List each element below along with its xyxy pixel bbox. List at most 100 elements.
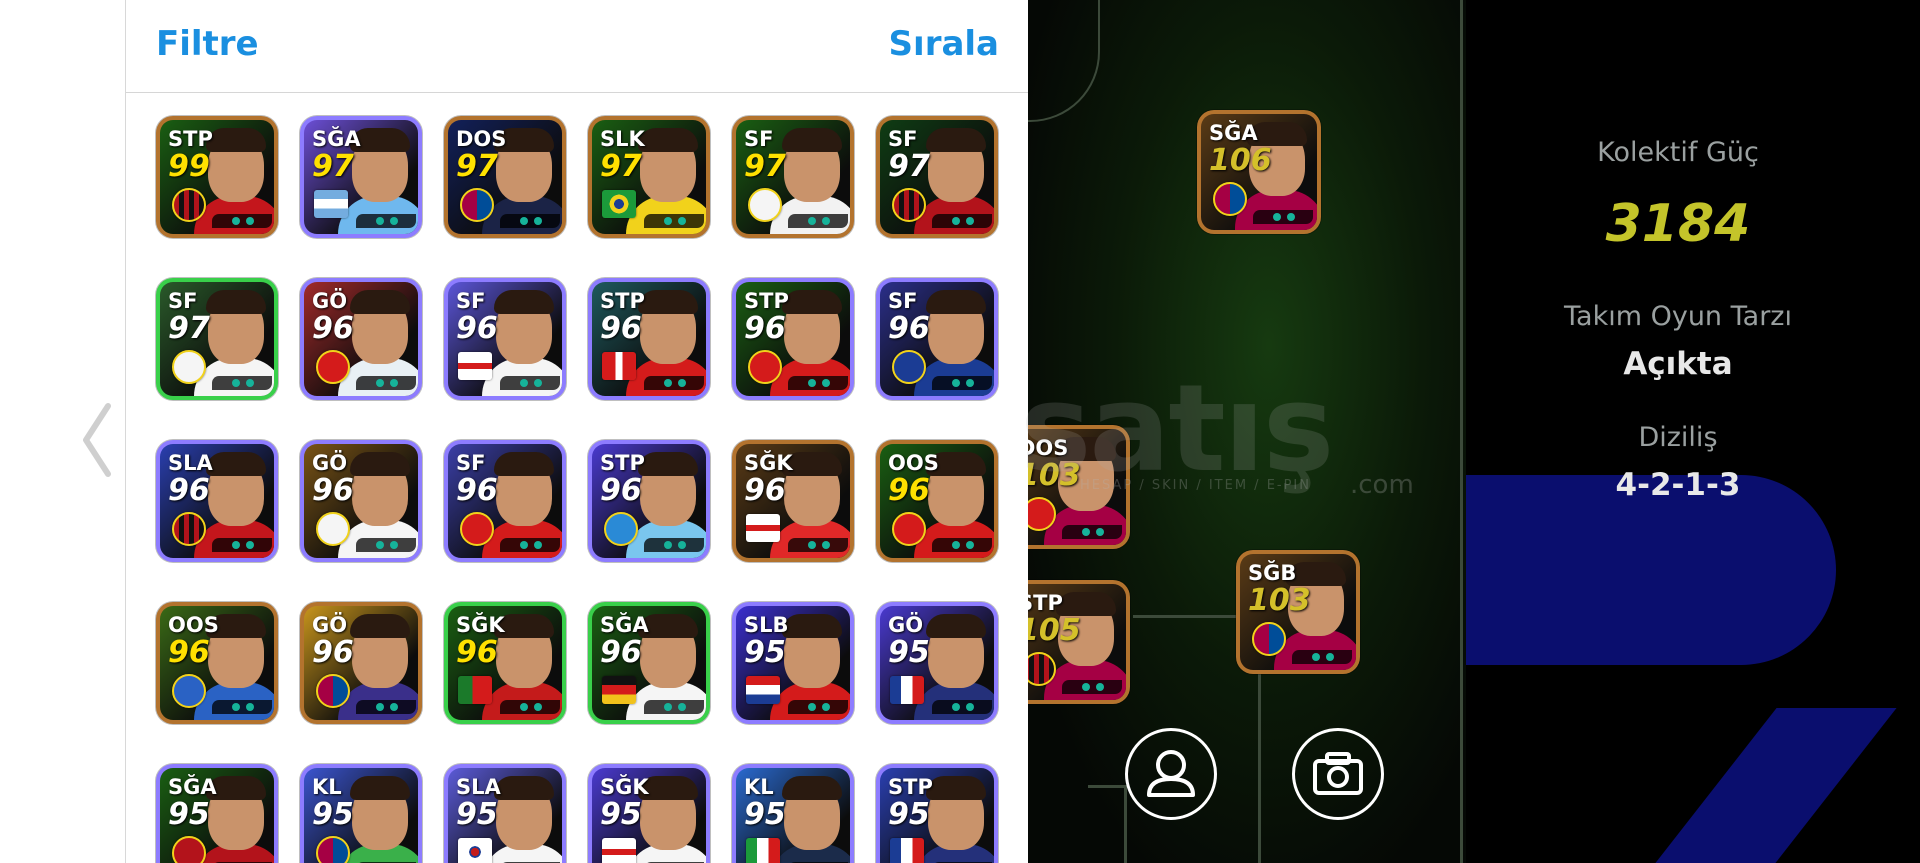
card-rating: 96 [456,635,498,670]
card-position: SLA [456,775,501,799]
player-card[interactable]: SĞK 96 [732,440,854,562]
player-card[interactable]: OOS 96 [876,440,998,562]
player-card[interactable]: DOS 97 [444,116,566,238]
card-rating: 97 [312,149,354,184]
barcelona-badge [316,674,350,708]
card-position: DOS [456,127,507,151]
player-card[interactable]: SĞK 95 [588,764,710,863]
player-card[interactable]: GÖ 96 [300,602,422,724]
player-card[interactable]: SĞA 95 [156,764,278,863]
player-card[interactable]: OOS 96 [156,602,278,724]
player-card[interactable]: GÖ 95 [876,602,998,724]
card-position: SF [888,127,918,151]
chevron-left-icon[interactable] [78,400,118,480]
arsenal-badge [748,350,782,384]
skill-indicator [788,214,848,228]
card-artwork: SF 97 [160,282,274,396]
card-artwork: SĞA 97 [304,120,418,234]
player-card[interactable]: SF 97 [876,116,998,238]
player-card[interactable]: SLA 96 [156,440,278,562]
formation-link-line [1088,785,1126,788]
card-position: STP [744,289,789,313]
card-rating: 95 [456,797,498,832]
player-card[interactable]: SĞA 97 [300,116,422,238]
skill-dot-icon [520,379,528,387]
card-position: SĞA [600,613,649,637]
card-position: GÖ [312,613,348,637]
card-position: SĞK [456,613,505,637]
player-card[interactable]: SF 96 [444,278,566,400]
panel-header: Filtre Sırala [126,0,1029,93]
player-card[interactable]: SF 97 [156,278,278,400]
card-position: KL [744,775,774,799]
player-card[interactable]: SLB 95 [732,602,854,724]
card-artwork: OOS 96 [880,444,994,558]
player-card[interactable]: KL 95 [300,764,422,863]
skill-dot-icon [822,541,830,549]
arsenal-badge [316,350,350,384]
camera-button[interactable] [1292,728,1384,820]
skill-indicator [212,376,272,390]
sort-button[interactable]: Sırala [889,24,999,64]
player-card[interactable]: SLA 95 [444,764,566,863]
player-hair [782,290,842,314]
player-card[interactable]: STP 96 [588,440,710,562]
ac-milan-badge [172,512,206,546]
player-hair [782,614,842,638]
card-artwork: SĞA 95 [160,768,274,863]
england-flag [458,352,492,380]
card-rating: 96 [168,635,210,670]
skill-indicator [644,214,704,228]
player-card[interactable]: STP 95 [876,764,998,863]
card-position: STP [1028,591,1063,615]
skill-dot-icon [376,217,384,225]
player-card[interactable]: STP 99 [156,116,278,238]
player-card[interactable]: GÖ 96 [300,440,422,562]
player-card[interactable]: STP 96 [732,278,854,400]
person-icon [1147,750,1195,797]
card-artwork: SLA 96 [160,444,274,558]
player-card[interactable]: STP 96 [588,278,710,400]
skill-dot-icon [966,703,974,711]
skill-dot-icon [1287,213,1295,221]
player-card[interactable]: SĞA 96 [588,602,710,724]
card-position: SĞA [168,775,217,799]
skill-indicator [1253,210,1313,224]
player-hair [926,776,986,800]
player-card[interactable]: SĞK 96 [444,602,566,724]
inter-badge [892,350,926,384]
skill-indicator [788,376,848,390]
player-card[interactable]: SF 96 [444,440,566,562]
skill-dot-icon [534,217,542,225]
filter-button[interactable]: Filtre [156,24,259,64]
skill-dot-icon [376,703,384,711]
skill-dot-icon [232,541,240,549]
card-rating: 96 [600,311,642,346]
player-card[interactable]: SF 97 [732,116,854,238]
player-card[interactable]: SLK 97 [588,116,710,238]
pitch-sideline [1460,0,1463,863]
player-card[interactable]: GÖ 96 [300,278,422,400]
profile-button[interactable] [1125,728,1217,820]
player-card-grid: STP 99 SĞA 97 DOS 97 SLK 97 SF 97 SF 97 SF 97 GÖ 96 SF 96… [126,92,1029,863]
skill-dot-icon [520,541,528,549]
skill-indicator [500,376,560,390]
card-artwork: SF 97 [880,120,994,234]
player-card[interactable]: SF 96 [876,278,998,400]
skill-dot-icon [390,541,398,549]
card-artwork: GÖ 96 [304,282,418,396]
skill-dot-icon [808,541,816,549]
pitch-player-card[interactable]: SĞB 103 [1236,550,1360,674]
skill-dot-icon [966,379,974,387]
formation-link-line [1124,785,1127,863]
card-position: OOS [888,451,939,475]
card-position: SLB [744,613,789,637]
card-rating: 96 [168,473,210,508]
card-rating: 97 [168,311,210,346]
pitch-player-card[interactable]: STP105 [1028,580,1130,704]
ac-milan-badge [172,188,206,222]
pitch-player-card[interactable]: SĞA 106 [1197,110,1321,234]
player-hair [782,776,842,800]
card-position: GÖ [312,289,348,313]
player-card[interactable]: KL 95 [732,764,854,863]
